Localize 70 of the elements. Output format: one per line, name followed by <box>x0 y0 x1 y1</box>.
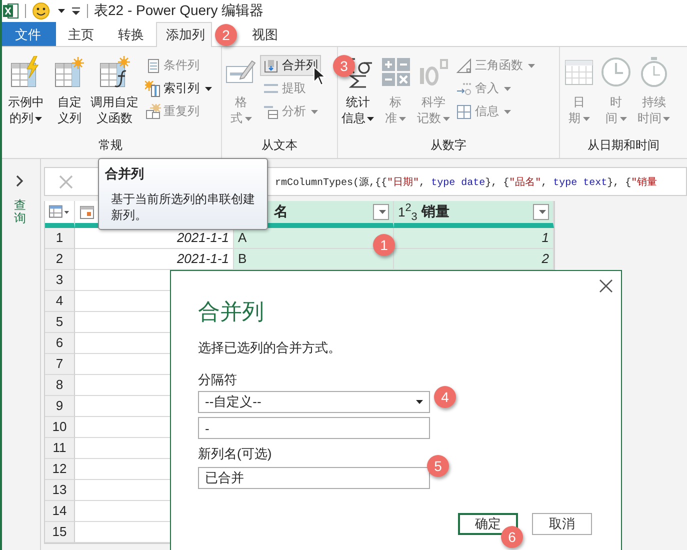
row-number: 11 <box>45 438 75 459</box>
column-header[interactable]: 1$^{2}$$_{3}$ 销量 <box>394 201 554 228</box>
parse-grid-icon <box>263 104 279 120</box>
operators-grid-icon <box>380 56 412 88</box>
ribbon-button[interactable]: 索引列 <box>142 78 215 99</box>
filter-button[interactable] <box>373 204 389 220</box>
row-number: 7 <box>45 354 75 375</box>
group-label: 从日期和时间 <box>586 137 660 154</box>
ribbon-tab[interactable]: 添加列 <box>156 22 212 47</box>
filter-button[interactable] <box>533 204 549 220</box>
row-number: 1 <box>45 228 75 249</box>
caret-icon <box>58 9 65 13</box>
table-cell: B <box>234 249 394 270</box>
triangle-icon <box>456 58 472 74</box>
clock-icon <box>600 56 632 88</box>
ribbon-button[interactable]: 调用自定义函数 <box>88 53 141 135</box>
column-title: 销量 <box>421 203 450 221</box>
row-number: 6 <box>45 333 75 354</box>
group-label: 从文本 <box>260 137 298 154</box>
row-number: 5 <box>45 312 75 333</box>
ribbon-tab[interactable]: 主页 <box>56 22 106 46</box>
field-label: 新列名(可选) <box>198 445 273 463</box>
queries-pane-label[interactable]: 查询 <box>14 199 26 226</box>
caret-icon <box>378 210 386 214</box>
dialog-title: 合并列 <box>198 298 265 326</box>
formula-text: rmColumnTypes(源,{{"日期", type date}, {"品名", type text}, {"销量 <box>275 176 658 188</box>
ribbon-tab[interactable]: 文件 <box>0 22 56 46</box>
separator-input[interactable]: - <box>198 417 430 439</box>
row-number: 15 <box>45 522 75 543</box>
ribbon-tab[interactable]: 视图 <box>240 22 290 46</box>
row-number: 10 <box>45 417 75 438</box>
duplicate-column-icon <box>144 104 161 120</box>
function-table-icon <box>98 56 131 88</box>
exponent-icon <box>417 56 450 88</box>
ribbon-tab[interactable]: 转换 <box>106 22 156 46</box>
row-number: 4 <box>45 291 75 312</box>
window-title: 表22 - Power Query 编辑器 <box>94 2 264 20</box>
merge-columns-icon <box>263 58 279 74</box>
expand-icon[interactable] <box>16 175 24 187</box>
row-number: 12 <box>45 459 75 480</box>
ribbon-button[interactable]: 自定义列 <box>52 53 88 135</box>
table-cell: 2 <box>394 249 554 270</box>
caret-icon <box>416 400 423 404</box>
table-cell: 1 <box>394 228 554 249</box>
smiley-icon <box>32 2 50 20</box>
dialog-button[interactable]: 取消 <box>532 513 592 535</box>
numbered-column-icon <box>144 80 161 96</box>
table-menu-icon[interactable] <box>49 205 70 219</box>
field-label: 分隔符 <box>198 371 238 389</box>
row-number: 9 <box>45 396 75 417</box>
group-label: 常规 <box>98 137 124 154</box>
info-grid-icon <box>456 104 472 120</box>
customize-menu-icon <box>71 6 81 16</box>
dialog-description: 选择已选列的合并方式。 <box>198 339 342 357</box>
row-number: 8 <box>45 375 75 396</box>
row-number: 3 <box>45 270 75 291</box>
column-name-input[interactable]: 已合并 <box>198 467 430 489</box>
separator-dropdown[interactable]: --自定义-- <box>198 391 430 413</box>
ribbon-button[interactable]: 示例中的列 <box>1 53 51 135</box>
caret-icon <box>538 210 546 214</box>
calendar-type-icon <box>79 204 95 220</box>
sun-table-icon <box>54 56 86 88</box>
group-label: 从数字 <box>430 137 468 154</box>
tooltip-title: 合并列 <box>105 165 145 183</box>
row-number: 14 <box>45 501 75 522</box>
column-title: 名 <box>274 203 288 221</box>
rounding-icon <box>456 80 472 96</box>
spreadsheet-app-icon <box>3 3 19 19</box>
row-number: 2 <box>45 249 75 270</box>
row-number: 13 <box>45 480 75 501</box>
